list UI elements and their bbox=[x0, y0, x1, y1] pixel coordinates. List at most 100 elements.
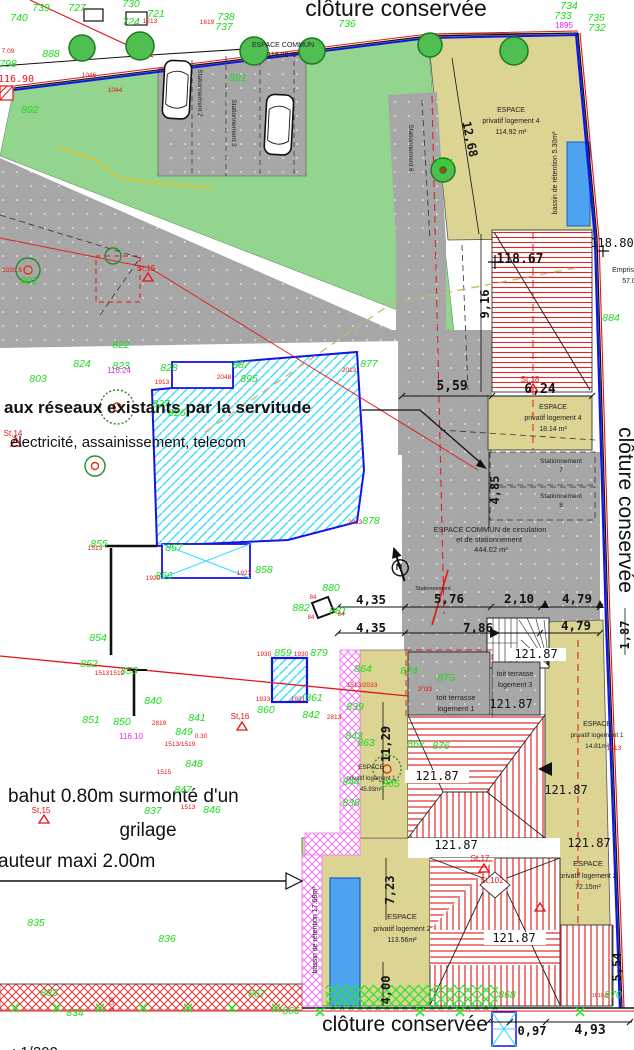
parcel: 882 bbox=[292, 602, 310, 614]
parcel: 860 bbox=[257, 704, 275, 716]
espace-lot2l-area: 113.56m² bbox=[387, 937, 417, 944]
espace-lot1l-area: 45.93m² bbox=[360, 787, 382, 793]
parcel: 826 bbox=[168, 407, 186, 419]
parcel: 865 bbox=[382, 778, 400, 790]
survey: 1513/1519 bbox=[165, 741, 196, 748]
survey: St,17 bbox=[471, 854, 490, 863]
survey: 1512 bbox=[110, 670, 125, 677]
dim: 7,23 bbox=[383, 876, 397, 905]
parcel: 867 bbox=[248, 988, 267, 1000]
parcel: 878 bbox=[362, 515, 380, 527]
emprise-label: Emprise bbox=[612, 267, 634, 274]
level: 121.87 bbox=[567, 836, 610, 850]
parcel: 857 bbox=[165, 542, 184, 554]
survey: 1923 bbox=[237, 570, 252, 577]
parcel: 822 bbox=[112, 339, 130, 351]
survey: 1513 bbox=[181, 804, 196, 811]
parcel: 836 bbox=[158, 933, 176, 945]
survey: 2033 bbox=[418, 686, 433, 693]
dim: 4,79 bbox=[561, 618, 591, 633]
survey: St,15 bbox=[32, 806, 51, 815]
espace-lot4-area: 114.92 m² bbox=[496, 129, 528, 136]
bassin1-label: bassin de rétention 5.30m³ bbox=[552, 131, 559, 215]
parcel: 730 bbox=[122, 0, 140, 10]
stall-label-3: Stationnement 3 bbox=[230, 99, 237, 147]
parcel: 846 bbox=[203, 804, 221, 816]
parcel: 863 bbox=[357, 737, 375, 749]
site-plan-drawing: clôture conservéeclôture conservéeclôtur… bbox=[0, 0, 634, 1050]
dim: 0,97 bbox=[518, 1024, 547, 1038]
espace-lot4b-label: ESPACE bbox=[539, 404, 567, 411]
survey: 1515 bbox=[157, 769, 172, 776]
level-red: 116.90 bbox=[0, 74, 34, 85]
survey: St,14 bbox=[4, 429, 23, 438]
parcel: 859 bbox=[274, 647, 292, 659]
parcel: 875 bbox=[437, 672, 455, 684]
survey: 1913 bbox=[155, 379, 170, 386]
parcel: 737 bbox=[215, 21, 234, 33]
espace-lot2l-label2: privatif logement 2 bbox=[373, 926, 430, 933]
dim: 4,35 bbox=[356, 592, 386, 607]
parcel: 876 bbox=[432, 740, 450, 752]
dim: 4,00 bbox=[379, 976, 393, 1005]
parcel: 727 bbox=[68, 2, 87, 14]
scale-note: : 1/200 bbox=[12, 1044, 58, 1050]
survey: 1930 bbox=[294, 651, 309, 658]
parcel: 740 bbox=[10, 12, 28, 24]
parcel: 841 bbox=[188, 712, 206, 724]
survey: 1046 bbox=[82, 72, 97, 79]
parcel: 868 bbox=[498, 989, 516, 1001]
toit-terrasse3-label: toit terrasse bbox=[497, 671, 534, 678]
dim: 5,54 bbox=[610, 953, 624, 982]
car-icon bbox=[162, 60, 192, 119]
level: 121.87 bbox=[514, 647, 557, 661]
espace-lot1r-label: ESPACE bbox=[583, 721, 611, 728]
survey: 84 bbox=[310, 595, 317, 601]
fence-label-top: clôture conservée bbox=[305, 0, 487, 21]
parcel: 801 bbox=[20, 275, 38, 287]
parcel: 858 bbox=[255, 564, 273, 576]
level: 118.80 bbox=[590, 236, 633, 250]
dim-red: 1,00 bbox=[109, 997, 116, 1011]
parcel: 886 bbox=[435, 157, 453, 169]
site-plan-page: clôture conservéeclôture conservéeclôtur… bbox=[0, 0, 634, 1050]
bassin2-label: bassin de rétention 17.68m³ bbox=[312, 886, 319, 973]
parcel: 833 bbox=[40, 987, 58, 999]
parcel: 866 bbox=[282, 1005, 300, 1017]
survey: 1213 bbox=[143, 18, 158, 25]
parcel: 879 bbox=[310, 647, 328, 659]
survey: 1895 bbox=[555, 21, 573, 30]
parcel: 837 bbox=[144, 805, 163, 817]
fence-label-bottom: clôture conservée bbox=[322, 1013, 488, 1036]
survey: 1920 bbox=[146, 575, 161, 582]
dim: 2,10 bbox=[504, 591, 534, 606]
stall-label-7b: 7 bbox=[559, 467, 563, 474]
survey: 1613 bbox=[607, 745, 622, 752]
level: 121.87 bbox=[415, 769, 458, 783]
toit-terrasse3-label2: logement 3 bbox=[498, 682, 533, 689]
parcel: 798 bbox=[0, 58, 17, 70]
parcel: 854 bbox=[89, 632, 107, 644]
parcel: 861 bbox=[305, 692, 323, 704]
espace-circulation-label: ESPACE COMMUN de circulation bbox=[434, 525, 547, 534]
dim: 6,24 bbox=[524, 382, 555, 397]
parcel: 803 bbox=[29, 373, 47, 385]
parcel: 732 bbox=[588, 22, 606, 34]
parcel: 840 bbox=[144, 695, 162, 707]
survey: 116.24 bbox=[107, 366, 131, 375]
parcel: 864 bbox=[354, 663, 372, 675]
espace-lot2r-label2: privatif logement 2 bbox=[559, 873, 616, 880]
survey: 116.10 bbox=[119, 732, 143, 741]
stall-label-6: Stationnement 6 bbox=[407, 124, 414, 172]
survey: St,18 bbox=[521, 375, 540, 384]
dim: 7,86 bbox=[463, 620, 493, 635]
parcel: 849 bbox=[175, 726, 193, 738]
survey: 1513 bbox=[88, 545, 103, 552]
survey: 84 bbox=[308, 615, 315, 621]
dim: 4,85 bbox=[488, 476, 502, 505]
dim: 4,79 bbox=[562, 591, 592, 606]
car-icon bbox=[264, 94, 294, 155]
parcel: 842 bbox=[302, 709, 320, 721]
survey: 2048 bbox=[217, 374, 232, 381]
parcel: 874 bbox=[400, 665, 418, 677]
